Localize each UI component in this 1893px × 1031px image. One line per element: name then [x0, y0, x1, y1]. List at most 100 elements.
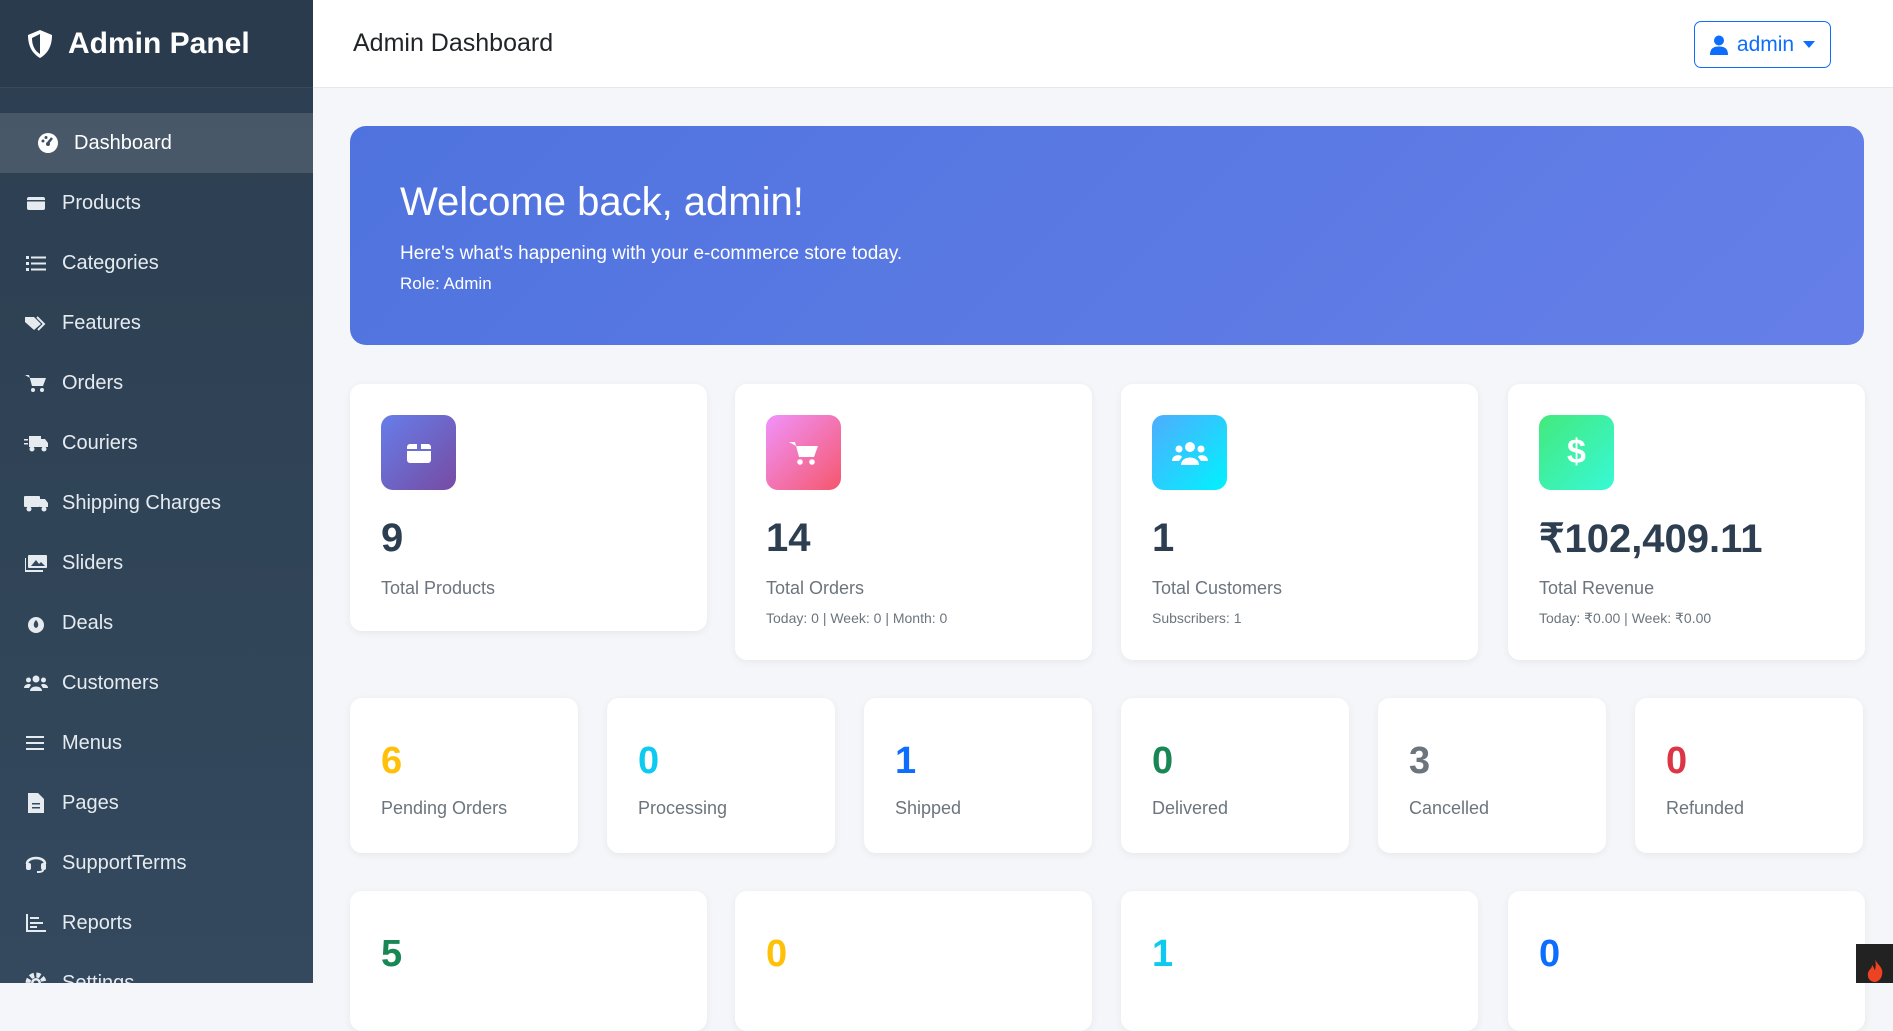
bars-icon [24, 733, 48, 753]
sidebar-item-label: SupportTerms [62, 851, 187, 874]
sidebar-item-label: Menus [62, 731, 123, 754]
order-status-label: Delivered [1152, 798, 1229, 818]
dollar-icon: $ [1539, 415, 1614, 490]
order-status-count: 0 [638, 740, 660, 782]
order-status-card-processing[interactable]: 0 Processing [607, 698, 835, 853]
stat-label: Total Orders [766, 578, 865, 598]
sidebar-item-dashboard[interactable]: Dashboard [0, 113, 313, 173]
welcome-heading: Welcome back, admin! [400, 180, 804, 224]
users-icon [24, 673, 48, 693]
order-status-count: 3 [1409, 740, 1431, 782]
truck-icon [24, 493, 48, 513]
stat-label: Total Products [381, 578, 496, 598]
user-name: admin [1736, 32, 1795, 56]
headset-icon [24, 853, 48, 873]
framework-logo-icon[interactable] [1856, 944, 1893, 983]
box-icon [24, 193, 48, 213]
sidebar-item-label: Customers [62, 671, 159, 694]
order-status-label: Pending Orders [381, 798, 508, 818]
role-text: Role: Admin [400, 274, 492, 293]
sidebar-item-label: Reports [62, 911, 133, 934]
sidebar-item-supportterms[interactable]: SupportTerms [0, 833, 313, 893]
sidebar-item-label: Sliders [62, 551, 124, 574]
fire-icon [24, 613, 48, 633]
summary-value: 1 [1152, 933, 1174, 975]
stat-subtext: Subscribers: 1 [1152, 610, 1242, 626]
user-icon [1709, 35, 1728, 55]
sidebar-item-settings[interactable]: Settings [0, 953, 313, 983]
summary-value: 0 [1539, 933, 1561, 975]
sidebar-item-label: Deals [62, 611, 114, 634]
sidebar-item-products[interactable]: Products [0, 173, 313, 233]
sidebar-item-sliders[interactable]: Sliders [0, 533, 313, 593]
sidebar-item-deals[interactable]: Deals [0, 593, 313, 653]
cart-icon [24, 373, 48, 393]
order-status-count: 1 [895, 740, 917, 782]
summary-value: 5 [381, 933, 403, 975]
sidebar-item-label: Pages [62, 791, 119, 814]
sidebar-item-label: Products [62, 191, 141, 214]
welcome-banner: Welcome back, admin! Here's what's happe… [350, 126, 1864, 345]
sidebar-item-pages[interactable]: Pages [0, 773, 313, 833]
images-icon [24, 553, 48, 573]
box-icon [381, 415, 456, 490]
cart-icon [766, 415, 841, 490]
page-title: Admin Dashboard [353, 29, 554, 57]
stat-card-total-products: 9 Total Products [350, 384, 707, 631]
caret-down-icon [1803, 41, 1816, 48]
summary-value: 0 [766, 933, 788, 975]
sidebar-item-menus[interactable]: Menus [0, 713, 313, 773]
sidebar-item-shipping-charges[interactable]: Shipping Charges [0, 473, 313, 533]
chart-bar-icon [24, 913, 48, 933]
shield-icon [28, 29, 52, 58]
sidebar-item-label: Dashboard [74, 131, 172, 154]
tags-icon [24, 313, 48, 333]
stat-label: Total Customers [1152, 578, 1283, 598]
stat-card-total-orders: 14 Total Orders Today: 0 | Week: 0 | Mon… [735, 384, 1092, 660]
stat-subtext: Today: 0 | Week: 0 | Month: 0 [766, 610, 948, 626]
sidebar-item-reports[interactable]: Reports [0, 893, 313, 953]
brand[interactable]: Admin Panel [0, 0, 313, 88]
stat-card-total-customers: 1 Total Customers Subscribers: 1 [1121, 384, 1478, 660]
sidebar-item-label: Features [62, 311, 141, 334]
top-header: Admin Dashboard admin [313, 0, 1893, 88]
stat-value: 9 [381, 516, 404, 560]
brand-title: Admin Panel [68, 26, 250, 60]
order-status-card-pending-orders[interactable]: 6 Pending Orders [350, 698, 578, 853]
user-menu-button[interactable]: admin [1694, 21, 1831, 68]
summary-card: 0 [1508, 891, 1865, 1031]
sidebar-item-features[interactable]: Features [0, 293, 313, 353]
sidebar-item-label: Categories [62, 251, 159, 274]
list-icon [24, 253, 48, 273]
sidebar-item-customers[interactable]: Customers [0, 653, 313, 713]
stat-card-total-revenue: $ ₹102,409.11 Total Revenue Today: ₹0.00… [1508, 384, 1865, 660]
gauge-icon [36, 133, 60, 153]
sidebar-item-label: Couriers [62, 431, 138, 454]
summary-card: 1 [1121, 891, 1478, 1031]
sidebar: Admin Panel Dashboard Products Categories F… [0, 0, 313, 983]
order-status-card-shipped[interactable]: 1 Shipped [864, 698, 1092, 853]
summary-card: 5 [350, 891, 707, 1031]
stat-subtext: Today: ₹0.00 | Week: ₹0.00 [1539, 610, 1712, 626]
sidebar-item-categories[interactable]: Categories [0, 233, 313, 293]
order-status-label: Shipped [895, 798, 962, 818]
stat-value: 1 [1152, 516, 1175, 560]
order-status-card-delivered[interactable]: 0 Delivered [1121, 698, 1349, 853]
order-status-count: 0 [1666, 740, 1688, 782]
sidebar-item-label: Shipping Charges [62, 491, 221, 514]
order-status-label: Cancelled [1409, 798, 1490, 818]
welcome-text: Here's what's happening with your e-comm… [400, 243, 903, 264]
stat-label: Total Revenue [1539, 578, 1655, 598]
order-status-label: Refunded [1666, 798, 1745, 818]
stat-value: 14 [766, 516, 811, 560]
sidebar-item-orders[interactable]: Orders [0, 353, 313, 413]
order-status-card-cancelled[interactable]: 3 Cancelled [1378, 698, 1606, 853]
users-icon [1152, 415, 1227, 490]
order-status-card-refunded[interactable]: 0 Refunded [1635, 698, 1863, 853]
summary-card: 0 [735, 891, 1092, 1031]
sidebar-item-label: Orders [62, 371, 124, 394]
gear-icon [24, 972, 48, 983]
sidebar-item-couriers[interactable]: Couriers [0, 413, 313, 473]
order-status-count: 6 [381, 740, 403, 782]
sidebar-item-label: Settings [62, 971, 135, 984]
